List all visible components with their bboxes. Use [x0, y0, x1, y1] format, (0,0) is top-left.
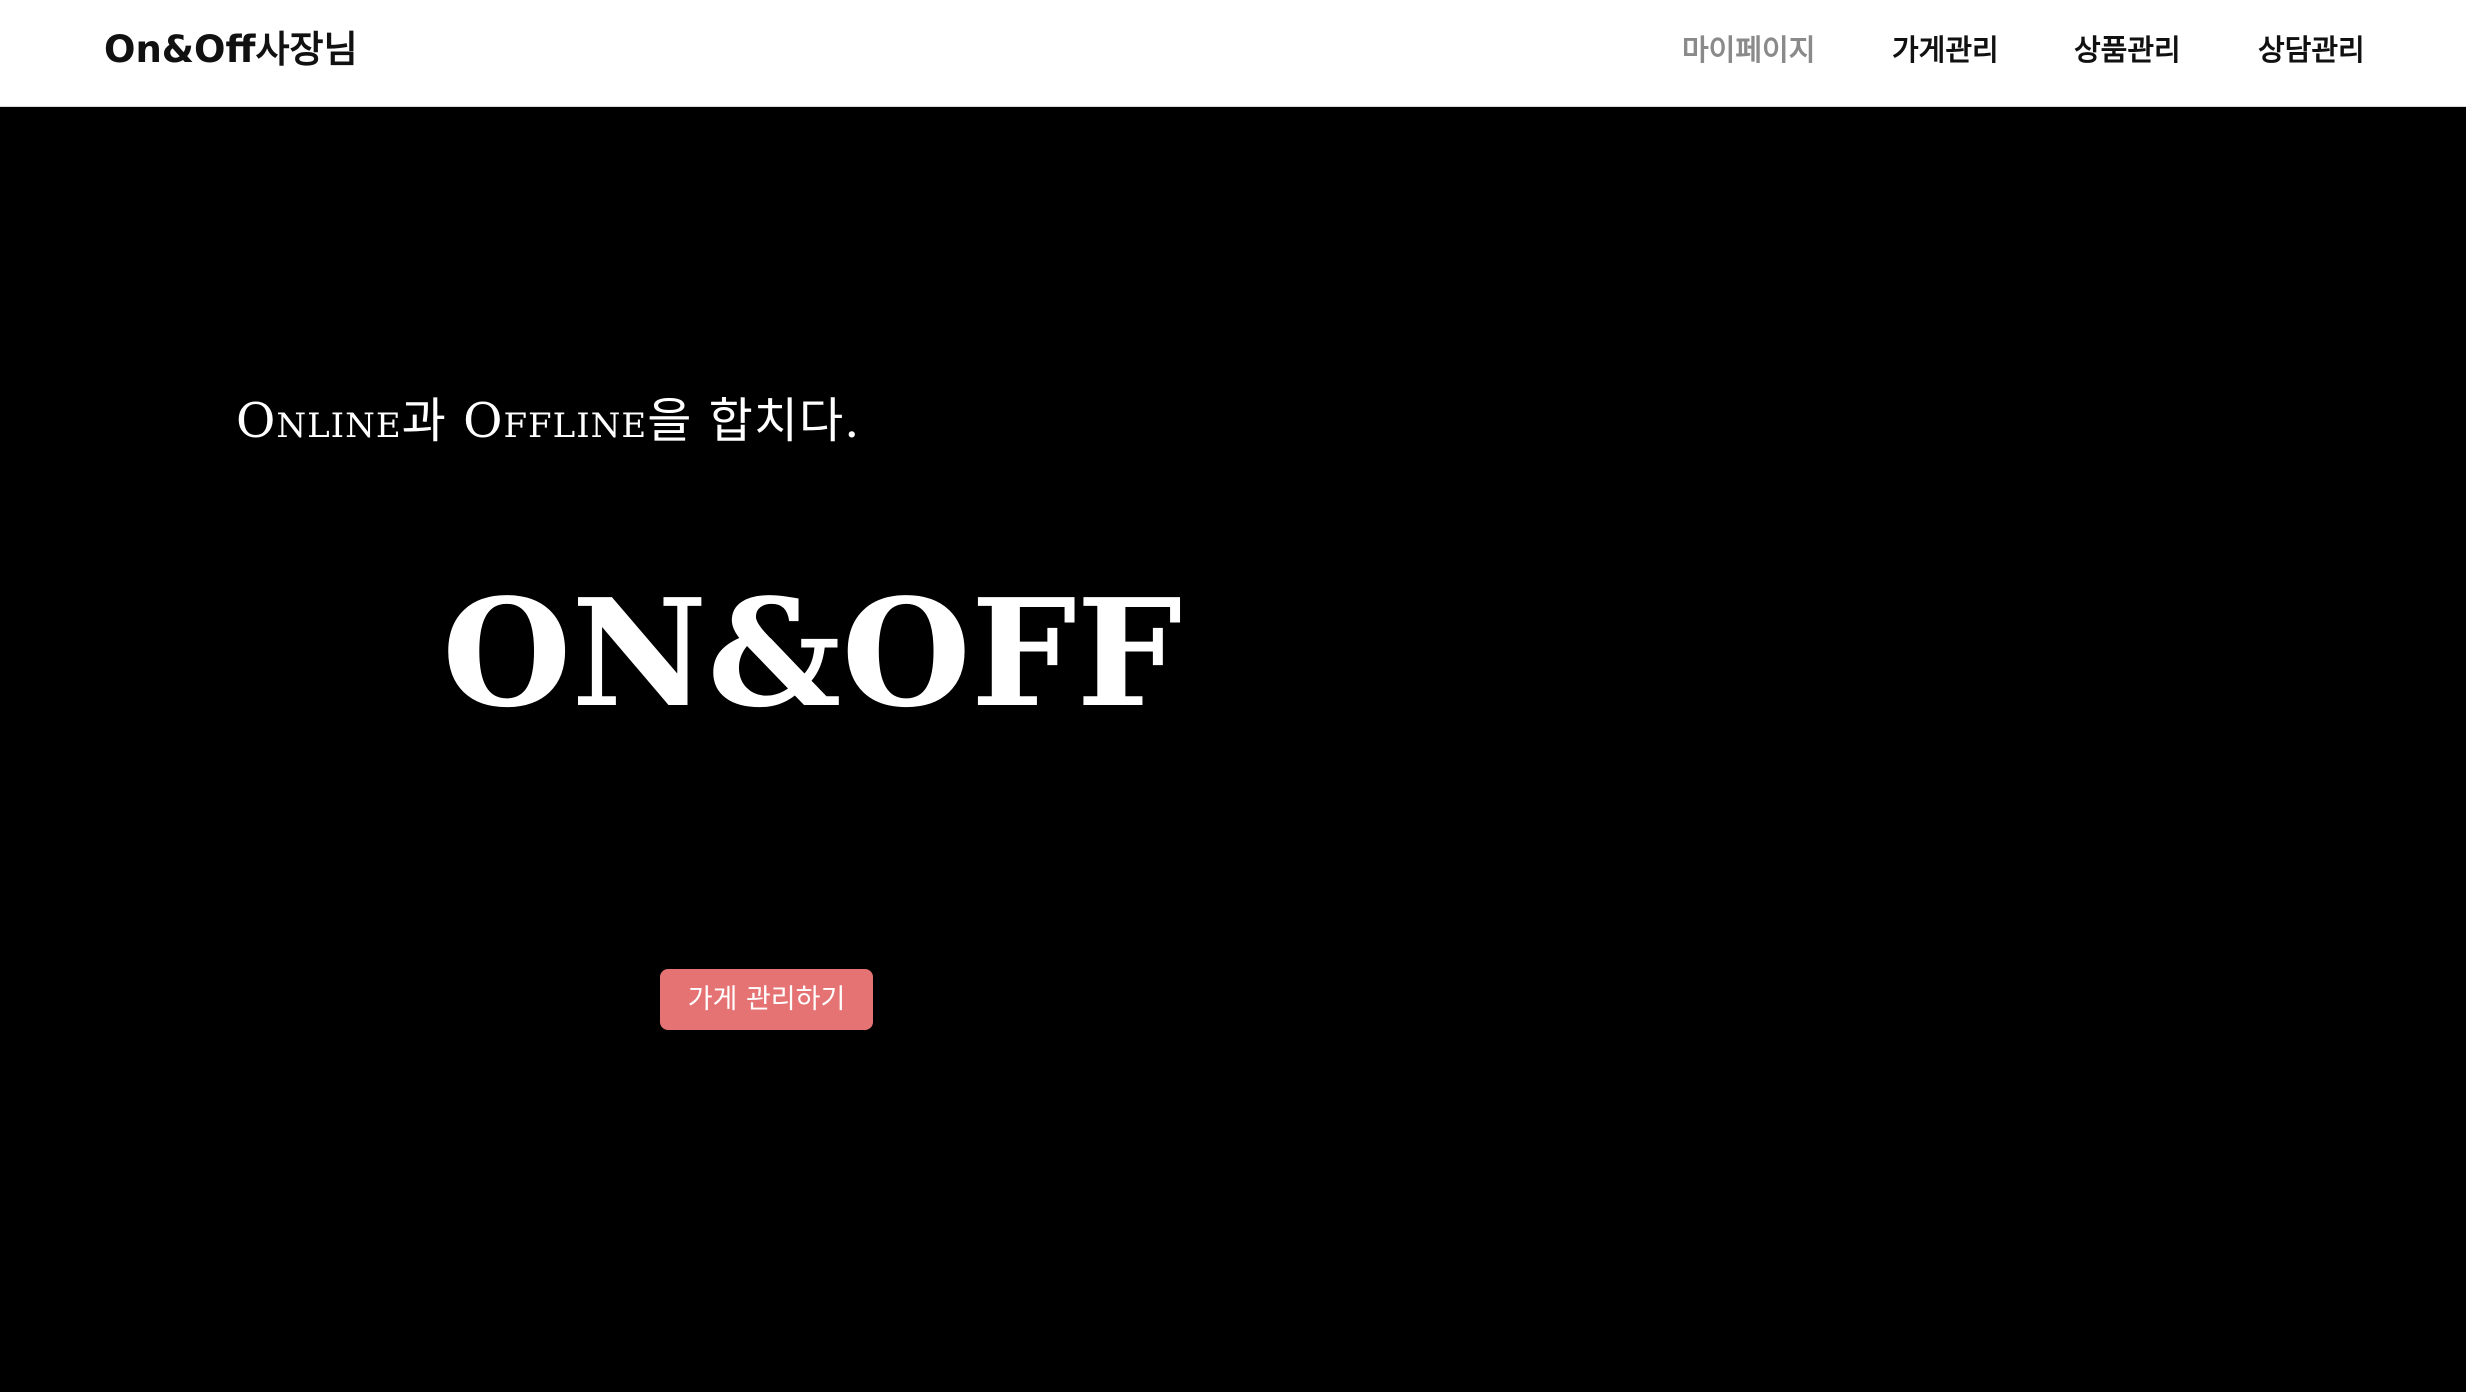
nav-item-mypage[interactable]: 마이페이지 [1682, 28, 1815, 72]
nav-item-store-management[interactable]: 가게관리 [1892, 28, 1999, 72]
top-navbar: On&Off사장님 마이페이지 가게관리 상품관리 상담관리 [0, 0, 2466, 107]
hero-section: Online과 Offline을 합치다. ON&OFF 가게 관리하기 [0, 107, 2466, 1392]
manage-store-button[interactable]: 가게 관리하기 [660, 969, 873, 1030]
nav-item-product-management[interactable]: 상품관리 [2074, 28, 2181, 72]
nav-item-consultation-management[interactable]: 상담관리 [2258, 28, 2365, 72]
hero-logo-wordmark: ON&OFF [442, 566, 1182, 737]
hero-tagline: Online과 Offline을 합치다. [236, 393, 861, 449]
hero-logo: ON&OFF [436, 537, 1196, 737]
hero-logo-text: ON&OFF [442, 566, 1182, 737]
brand-logo[interactable]: On&Off사장님 [104, 22, 358, 78]
